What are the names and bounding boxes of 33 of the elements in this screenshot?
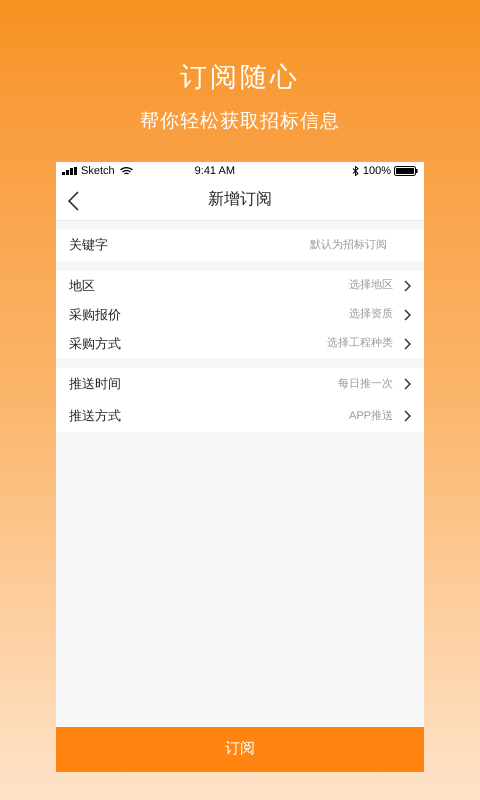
field-label: 推送时间 — [69, 375, 121, 394]
battery-icon — [394, 166, 418, 176]
field-value: 选择资质 — [349, 307, 393, 322]
field-value: 每日推一次 — [338, 376, 393, 392]
chevron-right-icon — [403, 378, 411, 390]
select-row[interactable]: 采购方式 选择工程种类 — [56, 329, 424, 358]
field-label: 采购方式 — [69, 334, 121, 353]
chevron-right-icon — [403, 410, 411, 422]
chevron-right-icon — [403, 308, 411, 320]
field-value: APP推送 — [348, 408, 393, 424]
bluetooth-icon — [352, 166, 359, 176]
battery-text: 100% — [362, 164, 391, 179]
banner-title: 订阅随心 — [180, 61, 300, 95]
field-value: 选择工程种类 — [327, 336, 393, 352]
back-icon — [68, 191, 79, 211]
carrier-text: Sketch — [81, 164, 115, 179]
field-value: 选择地区 — [349, 278, 393, 294]
page-title: 新增订阅 — [208, 190, 272, 210]
field-label: 推送方式 — [69, 407, 121, 426]
select-row[interactable]: 采购报价 选择资质 — [56, 300, 424, 329]
field-label: 地区 — [69, 276, 95, 295]
select-row[interactable]: 推送方式 APP推送 — [56, 400, 424, 432]
time-text: 9:41 AM — [194, 164, 235, 179]
select-row[interactable]: 推送时间 每日推一次 — [56, 368, 424, 400]
field-label: 关键字 — [56, 229, 149, 261]
keyword-field[interactable]: 默认为招标订阅 — [149, 229, 424, 261]
select-row[interactable]: 地区 选择地区 — [56, 271, 424, 300]
banner-subtitle: 帮你轻松获取招标信息 — [140, 108, 340, 134]
chevron-right-icon — [403, 280, 411, 292]
chevron-right-icon — [403, 338, 411, 350]
field-label: 采购报价 — [69, 306, 121, 324]
signal-icon — [62, 167, 78, 175]
wifi-icon — [120, 166, 133, 176]
